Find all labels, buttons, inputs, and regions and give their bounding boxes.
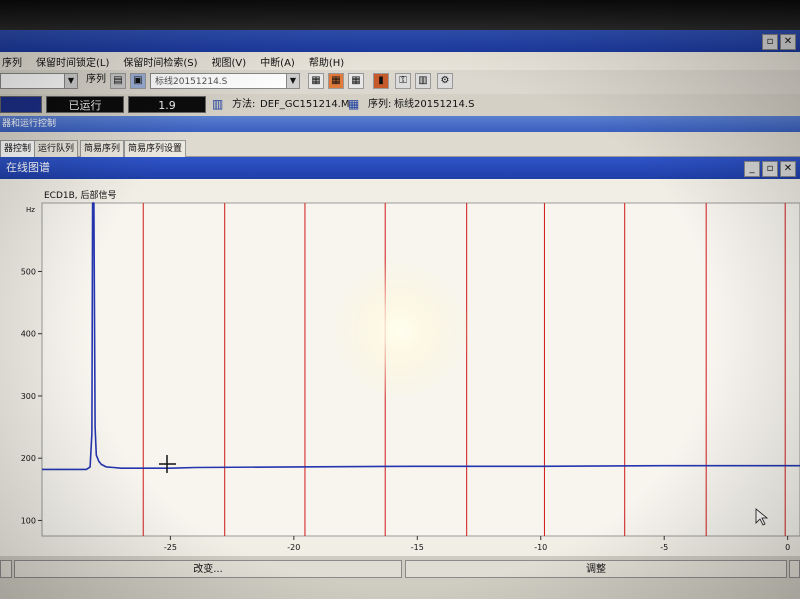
app-title-bar: ▫ ✕	[0, 30, 800, 52]
save-icon[interactable]: ▣	[130, 73, 146, 89]
change-button[interactable]: 改变...	[14, 560, 402, 578]
online-chromatogram: ECD1B, 后部信号 Hz 100 200 300 400 500 -25 -20 -15…	[21, 189, 800, 552]
footer-left-handle[interactable]	[0, 560, 12, 578]
section-header: 器和运行控制	[0, 116, 800, 132]
chevron-down-icon: ▼	[286, 74, 299, 88]
plot-area	[41, 202, 800, 537]
sequence-grid-icon: ▦	[348, 97, 360, 111]
x-axis: -25 -20 -15 -10 -5 0	[164, 536, 790, 552]
chart-window-controls: _ ▫ ✕	[744, 161, 796, 177]
method-label: 方法:	[232, 99, 256, 110]
y-tick-label: 300	[21, 392, 36, 401]
run-sequence-icon[interactable]: ▦	[328, 73, 344, 89]
run-time-display: 1.9	[128, 96, 206, 113]
x-tick-label: 0	[785, 543, 790, 552]
y-axis: 100 200 300 400 500	[21, 267, 42, 525]
y-tick-label: 100	[21, 516, 36, 525]
method-combo[interactable]: ▼	[0, 73, 78, 89]
menu-item-sequence[interactable]: 序列	[2, 54, 22, 69]
menu-item-rt-search[interactable]: 保留时间检索(S)	[123, 54, 197, 69]
method-book-icon: ▥	[212, 97, 224, 111]
run-state-display: 已运行	[46, 96, 124, 113]
adjust-button[interactable]: 调整	[405, 560, 787, 578]
tab-instrument-control[interactable]: 器控制	[0, 140, 36, 157]
book-icon[interactable]: ▮	[373, 73, 389, 89]
report-icon[interactable]: ▥	[415, 73, 431, 89]
sequence-view-icon[interactable]: ▦	[348, 73, 364, 89]
footer-bar: 改变... 调整	[0, 556, 800, 599]
menu-item-view[interactable]: 视图(V)	[212, 54, 247, 69]
sequence-combo-value: 标线20151214.S	[155, 77, 228, 87]
chart-window-title: 在线图谱	[6, 161, 50, 174]
restore-icon[interactable]: ▫	[762, 161, 778, 177]
y-tick-label: 400	[21, 330, 36, 339]
y-tick-label: 500	[21, 267, 36, 276]
x-tick-label: -25	[164, 543, 177, 552]
y-tick-label: 200	[21, 454, 36, 463]
sequence-status-label: 序列:	[368, 99, 392, 110]
tab-strip: 器控制 运行队列 简易序列 简易序列设置	[0, 132, 800, 157]
restore-icon[interactable]: ▫	[762, 34, 778, 50]
monitor-bezel	[0, 0, 800, 30]
online-chart-title-bar: 在线图谱 _ ▫ ✕	[0, 157, 800, 179]
print-icon[interactable]: ▤	[110, 73, 126, 89]
tab-run-queue[interactable]: 运行队列	[34, 140, 79, 157]
x-tick-label: -20	[287, 543, 300, 552]
close-icon[interactable]: ✕	[780, 34, 796, 50]
footer-right-handle[interactable]	[789, 560, 800, 578]
menu-item-rt-lock[interactable]: 保留时间锁定(L)	[36, 54, 109, 69]
lock-icon[interactable]: ⚿	[395, 73, 411, 89]
menu-item-abort[interactable]: 中断(A)	[260, 54, 295, 69]
chevron-down-icon: ▼	[64, 74, 77, 88]
sequence-label: 序列	[86, 74, 106, 85]
menu-bar: 序列 保留时间锁定(L) 保留时间检索(S) 视图(V) 中断(A) 帮助(H)	[0, 52, 800, 70]
status-indicator	[0, 96, 42, 113]
sequence-table-icon[interactable]: ▦	[308, 73, 324, 89]
window-controls: ▫ ✕	[762, 34, 796, 50]
status-bar: 已运行 1.9 ▥ 方法: DEF_GC151214.M ▦ 序列: 标线201…	[0, 94, 800, 116]
tab-easy-sequence-setup[interactable]: 简易序列设置	[124, 140, 187, 157]
online-chart-panel: ECD1B, 后部信号 Hz 100 200 300 400 500 -25 -20 -15…	[0, 179, 800, 556]
minimize-icon[interactable]: _	[744, 161, 760, 177]
close-icon[interactable]: ✕	[780, 161, 796, 177]
tab-easy-sequence[interactable]: 简易序列	[80, 140, 125, 157]
x-tick-label: -15	[411, 543, 424, 552]
sequence-status-value: 标线20151214.S	[394, 99, 475, 110]
y-unit-label: Hz	[26, 206, 35, 214]
menu-item-help[interactable]: 帮助(H)	[309, 54, 344, 69]
x-tick-label: -10	[534, 543, 547, 552]
tool-icon[interactable]: ⚙	[437, 73, 453, 89]
sequence-combo[interactable]: 标线20151214.S ▼	[150, 73, 300, 89]
method-value: DEF_GC151214.M	[260, 99, 350, 110]
toolbar: ▼ 序列 ▤ ▣ 标线20151214.S ▼ ▦ ▦ ▦ ▮ ⚿ ▥ ⚙	[0, 70, 800, 95]
signal-label: ECD1B, 后部信号	[44, 189, 117, 201]
x-tick-label: -5	[660, 543, 668, 552]
